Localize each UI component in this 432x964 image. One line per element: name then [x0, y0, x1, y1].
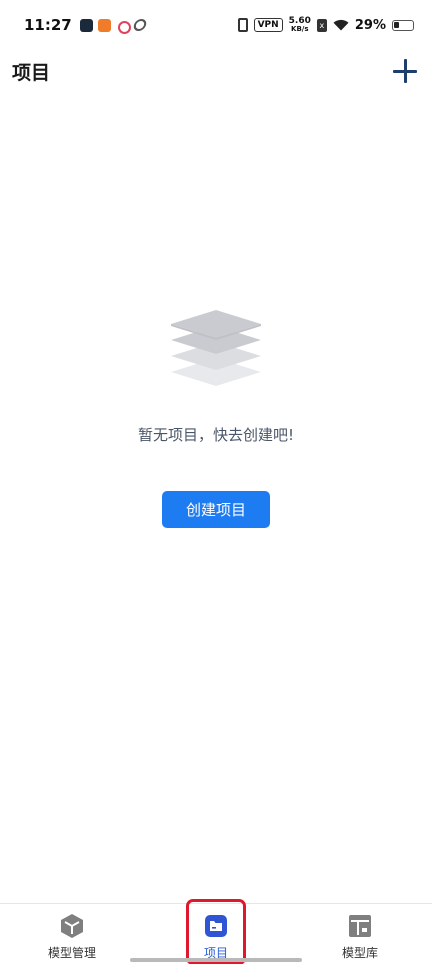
- app-notification-icon: [97, 18, 111, 32]
- status-bar: 11:27 VPN 5.60 KB/s x 29%: [0, 0, 432, 50]
- nav-label-model-library: 模型库: [341, 946, 378, 960]
- library-icon: [349, 915, 371, 937]
- nav-item-projects[interactable]: 项目: [144, 899, 288, 964]
- status-indicators: VPN 5.60 KB/s x 29%: [237, 16, 414, 34]
- folder-icon: [205, 915, 227, 937]
- nav-label-model-management: 模型管理: [47, 946, 96, 960]
- network-speed: 5.60 KB/s: [288, 16, 311, 34]
- app-notification-icon: [79, 18, 93, 32]
- sim-icon: x: [316, 18, 327, 32]
- nav-item-model-library[interactable]: 模型库: [288, 904, 432, 964]
- battery-icon: [392, 19, 414, 31]
- status-time: 11:27: [24, 16, 72, 34]
- layers-icon: [171, 310, 261, 386]
- add-project-button[interactable]: [390, 56, 420, 86]
- wifi-icon: [333, 19, 349, 31]
- nav-item-model-management[interactable]: 模型管理: [0, 904, 144, 964]
- app-notification-icon: [132, 19, 148, 31]
- vibrate-icon: [237, 18, 248, 32]
- home-indicator[interactable]: [130, 958, 302, 962]
- battery-percent: 29%: [354, 17, 386, 33]
- network-speed-unit: KB/s: [291, 25, 309, 33]
- network-speed-value: 5.60: [288, 16, 311, 26]
- page-title: 项目: [12, 61, 51, 84]
- create-project-button[interactable]: 创建项目: [162, 491, 270, 528]
- empty-message: 暂无项目，快去创建吧!: [137, 426, 294, 444]
- app-bar: 项目: [0, 50, 432, 92]
- cube-icon: [61, 914, 83, 938]
- bottom-nav: 模型管理 项目 模型库: [0, 899, 432, 964]
- notification-icons: [79, 18, 148, 34]
- heart-app-icon: [116, 19, 131, 34]
- vpn-badge: VPN: [253, 18, 283, 32]
- empty-state: 暂无项目，快去创建吧! 创建项目: [0, 300, 432, 528]
